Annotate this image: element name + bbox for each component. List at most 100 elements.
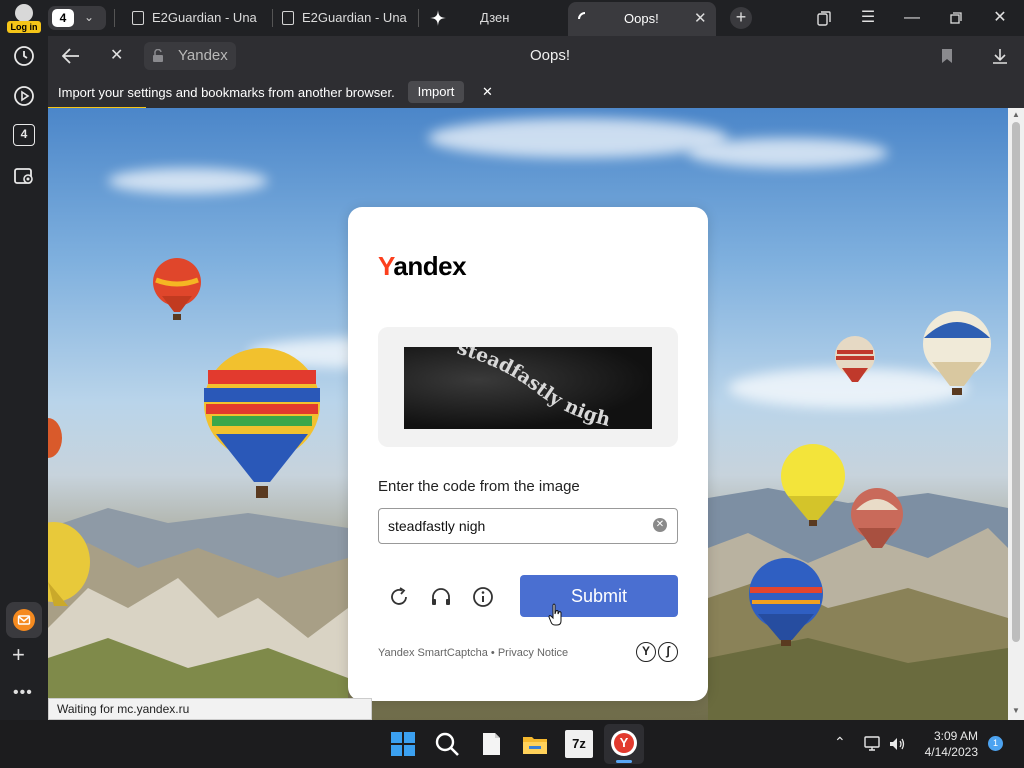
svg-text:steadfastly nigh: steadfastly nigh	[455, 347, 613, 429]
tab-title: E2Guardian - Una	[302, 10, 407, 25]
close-infobar-icon[interactable]: ✕	[482, 84, 493, 100]
hot-air-balloon	[204, 348, 320, 498]
network-icon[interactable]	[864, 736, 882, 752]
smartcaptcha-mark-icon: ʃ	[658, 642, 678, 662]
document-icon	[282, 11, 294, 25]
captcha-distorted-text: steadfastly nigh	[455, 347, 613, 429]
captcha-image: steadfastly nigh	[404, 347, 652, 429]
unlock-icon	[153, 49, 163, 62]
clear-input-icon[interactable]: ✕	[653, 518, 667, 532]
add-panel-icon[interactable]: +	[12, 642, 25, 668]
cloud	[108, 168, 268, 194]
login-label: Log in	[7, 21, 41, 33]
volume-icon[interactable]	[888, 736, 906, 752]
scrollbar-thumb[interactable]	[1012, 122, 1020, 642]
page-title: Oops!	[530, 47, 571, 64]
privacy-notice-link[interactable]: Privacy Notice	[498, 647, 568, 659]
audio-headphones-icon[interactable]	[430, 586, 452, 608]
hand-cursor-icon	[548, 603, 562, 626]
footer-separator: •	[487, 647, 498, 659]
toolbar: ✕ Yandex Oops!	[48, 36, 1024, 76]
tab-title: Oops!	[624, 11, 659, 26]
scroll-down-icon[interactable]: ▼	[1012, 706, 1020, 715]
notification-badge[interactable]: 1	[988, 736, 1003, 751]
import-button[interactable]: Import	[408, 81, 464, 103]
tabs-count-icon[interactable]: 4	[13, 124, 35, 146]
captcha-image-box: steadfastly nigh	[378, 327, 678, 447]
file-explorer-icon[interactable]	[521, 730, 549, 758]
search-icon[interactable]	[433, 730, 461, 758]
captcha-code-input[interactable]	[378, 508, 678, 544]
sidebar: 4 + •••	[0, 36, 48, 720]
tab-count: 4	[52, 9, 74, 27]
collections-icon[interactable]	[802, 0, 846, 36]
submit-button[interactable]: Submit	[520, 575, 678, 617]
taskbar: 7z Y ⌃ 3:09 AM 4/14/2023 1	[0, 720, 1024, 768]
footer-brand: Yandex SmartCaptcha	[378, 647, 488, 659]
scroll-up-icon[interactable]: ▲	[1012, 110, 1020, 119]
logo-letter: Y	[378, 251, 394, 281]
video-play-icon[interactable]	[12, 84, 36, 108]
status-bar: Waiting for mc.yandex.ru	[48, 698, 372, 720]
hot-air-balloon	[48, 418, 62, 458]
close-window-icon[interactable]: ✕	[978, 0, 1022, 36]
mail-icon	[13, 609, 35, 631]
more-dots-icon[interactable]: •••	[13, 684, 33, 702]
history-clock-icon[interactable]	[12, 44, 36, 68]
show-hidden-icons-icon[interactable]: ⌃	[834, 734, 846, 751]
download-icon[interactable]	[992, 48, 1008, 64]
import-infobar: Import your settings and bookmarks from …	[48, 76, 1024, 108]
captcha-instruction: Enter the code from the image	[378, 478, 580, 495]
mail-app-button[interactable]	[6, 602, 42, 638]
tab-e2guardian-1[interactable]: E2Guardian - Una	[124, 4, 270, 32]
sidebar-tabs-count: 4	[20, 127, 28, 141]
active-app-indicator	[616, 760, 632, 763]
cloud	[428, 118, 728, 158]
import-label: Import	[417, 84, 455, 99]
windows-start-icon[interactable]	[389, 730, 417, 758]
hot-air-balloon	[153, 258, 201, 320]
hot-air-balloon	[781, 444, 845, 526]
screenshot-camera-icon[interactable]	[12, 164, 36, 188]
login-button[interactable]: Log in	[6, 2, 42, 34]
tab-separator	[272, 9, 273, 27]
hot-air-balloon	[835, 336, 875, 382]
captcha-text: steadfastly nigh	[455, 347, 613, 429]
page-scrollbar[interactable]: ▲ ▼	[1008, 108, 1024, 720]
tab-dzen[interactable]: Дзен	[422, 4, 562, 32]
new-tab-icon[interactable]: +	[730, 7, 752, 29]
submit-label: Submit	[570, 586, 628, 606]
hot-air-balloon	[923, 311, 991, 395]
site-info-button[interactable]: Yandex	[144, 42, 236, 70]
bookmark-icon[interactable]	[941, 48, 953, 64]
yandex-browser-icon: Y	[611, 730, 637, 756]
close-tab-icon[interactable]: ✕	[694, 2, 707, 36]
back-arrow-icon[interactable]	[62, 48, 80, 64]
tab-count-button[interactable]: 4 ⌄	[48, 6, 106, 30]
tab-strip: Log in 4 ⌄ E2Guardian - Una E2Guardian -…	[0, 0, 1024, 36]
tab-separator	[114, 9, 115, 27]
clock[interactable]: 3:09 AM 4/14/2023	[922, 728, 978, 760]
info-icon[interactable]	[472, 586, 494, 608]
hot-air-balloon	[48, 522, 90, 606]
cloud	[688, 138, 888, 168]
stop-loading-icon[interactable]: ✕	[110, 45, 123, 65]
clock-time: 3:09 AM	[933, 729, 978, 743]
import-message: Import your settings and bookmarks from …	[58, 85, 395, 100]
captcha-card: Yandex steadfastly nigh Enter the code f…	[348, 207, 708, 701]
document-icon	[132, 11, 144, 25]
yandex-logo: Yandex	[378, 251, 467, 282]
tab-title: Дзен	[480, 10, 510, 25]
user-avatar-icon	[15, 4, 33, 22]
minimize-icon[interactable]: —	[890, 0, 934, 36]
hot-air-balloon	[749, 558, 823, 646]
tab-oops-active[interactable]: Oops! ✕	[568, 2, 716, 36]
notepad-icon[interactable]	[477, 730, 505, 758]
tab-e2guardian-2[interactable]: E2Guardian - Una	[274, 4, 414, 32]
logo-rest: andex	[393, 251, 467, 281]
7zip-icon[interactable]: 7z	[565, 730, 593, 758]
refresh-icon[interactable]	[388, 586, 410, 608]
restore-icon[interactable]	[934, 0, 978, 36]
menu-icon[interactable]: ☰	[846, 0, 890, 36]
yandex-browser-taskbar-button[interactable]: Y	[604, 724, 644, 764]
